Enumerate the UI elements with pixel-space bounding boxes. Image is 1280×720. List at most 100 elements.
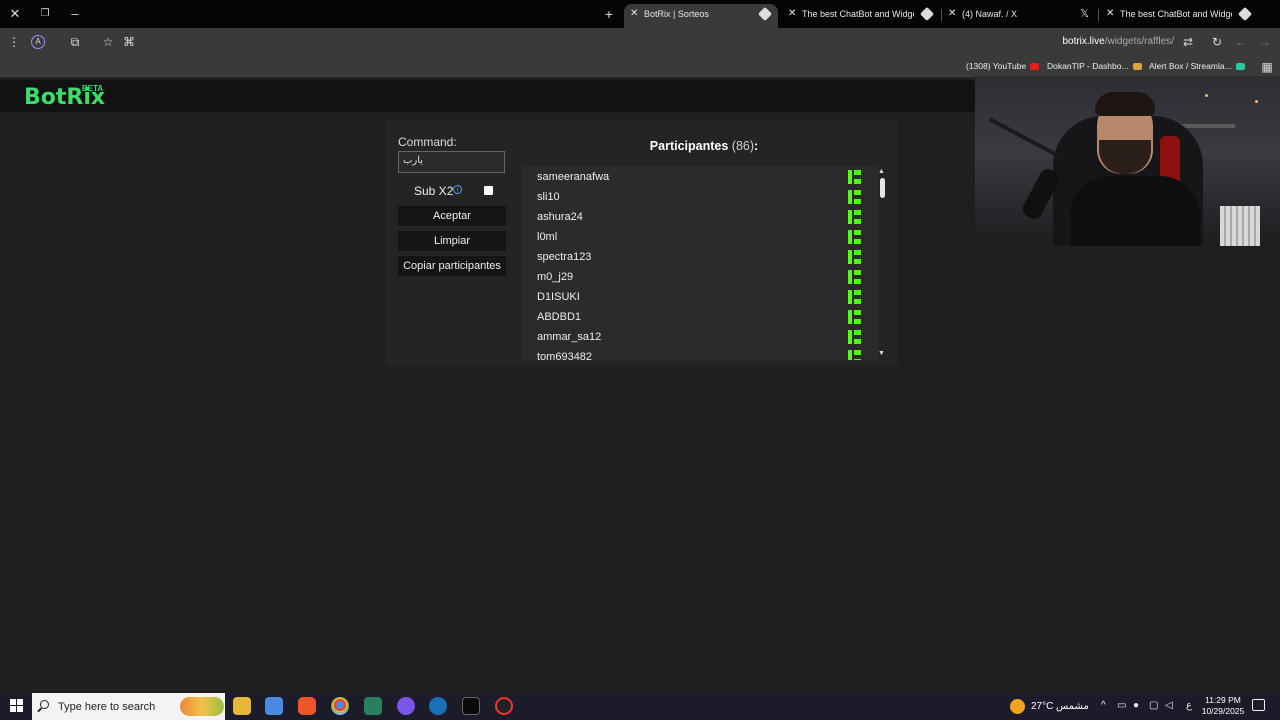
tab-chatbot-widgets[interactable]: ✕ The best ChatBot and Widgets	[782, 4, 940, 28]
fairy-light	[1205, 94, 1208, 97]
terminal-app-icon[interactable]	[364, 697, 382, 715]
close-tab-icon[interactable]: ✕	[1106, 4, 1114, 24]
close-tab-icon[interactable]: ✕	[948, 4, 956, 24]
profile-avatar[interactable]: A	[31, 35, 45, 49]
participant-name: m0_j29	[537, 271, 574, 283]
file-explorer-icon[interactable]	[233, 697, 251, 715]
scroll-up-icon[interactable]: ▲	[878, 168, 885, 175]
kick-platform-icon	[848, 210, 861, 224]
chrome-icon[interactable]	[331, 697, 349, 715]
new-tab-button[interactable]: +	[598, 4, 620, 24]
bookmark-label: Alert Box / Streamla...	[1149, 61, 1232, 71]
back-icon[interactable]: ←	[1233, 34, 1249, 50]
kick-platform-icon	[848, 270, 861, 284]
participant-row: sameeranafwa	[522, 167, 862, 187]
weather-temperature[interactable]: 27°C	[1031, 701, 1053, 712]
kick-platform-icon	[848, 330, 861, 344]
clock-date: 10/29/2025	[1201, 706, 1245, 716]
bookmarks-bar: (1308) YouTube DokanTIP - Dashbo... Aler…	[0, 56, 1280, 78]
bookmark-dokantip[interactable]: DokanTIP - Dashbo...	[1047, 61, 1142, 71]
participant-row: ammar_sa12	[522, 327, 862, 347]
url-host: botrix.live	[1062, 36, 1105, 47]
tab-title: (4) Nawaf. / X	[962, 9, 1018, 19]
participant-row: spectra123	[522, 247, 862, 267]
steam-icon[interactable]	[429, 697, 447, 715]
command-input[interactable]: يارب	[398, 151, 505, 173]
discord-icon[interactable]	[397, 697, 415, 715]
restore-window-icon[interactable]: ❐	[34, 4, 56, 24]
tab-chatbot-widgets-2[interactable]: ✕ The best ChatBot and Widgets	[1100, 4, 1258, 28]
participants-colon: :	[754, 139, 759, 153]
close-tab-icon[interactable]: ✕	[788, 4, 796, 24]
accept-button[interactable]: Aceptar	[398, 206, 506, 226]
scrollbar-thumb[interactable]	[880, 178, 885, 198]
tab-title: BotRix | Sorteos	[644, 9, 709, 19]
streamlabs-icon	[1235, 63, 1245, 71]
participant-name: sameeranafwa	[537, 171, 610, 183]
bookmark-star-icon[interactable]: ☆	[100, 34, 116, 50]
address-bar[interactable]: botrix.live/widgets/raffles/	[1062, 36, 1174, 47]
taskbar: Type here to search 27°C مشمس ^ ▭ ● ▢ ◁ …	[0, 693, 1280, 720]
info-icon[interactable]: i	[453, 185, 462, 194]
tab-nawaf-x[interactable]: ✕ (4) Nawaf. / X 𝕏	[942, 4, 1097, 28]
meet-icon[interactable]: ▭	[1117, 700, 1126, 711]
forward-icon[interactable]: →	[1257, 34, 1273, 50]
kick-platform-icon	[848, 310, 861, 324]
all-bookmarks-icon[interactable]: ▦	[1259, 59, 1275, 75]
menu-dots-icon[interactable]: ⋮	[6, 34, 22, 50]
tab-title: The best ChatBot and Widgets	[802, 9, 914, 19]
close-window-icon[interactable]: ✕	[4, 4, 26, 24]
tab-botrix-sorteos[interactable]: ✕ BotRix | Sorteos	[624, 4, 778, 28]
copy-participants-button[interactable]: Copiar participantes	[398, 256, 506, 276]
bookmark-alertbox[interactable]: Alert Box / Streamla...	[1149, 61, 1245, 71]
site-settings-icon[interactable]: ⇄	[1180, 34, 1196, 50]
notifications-icon[interactable]	[1252, 699, 1265, 711]
obs-icon[interactable]	[495, 697, 513, 715]
weather-sun-icon[interactable]	[1010, 699, 1025, 714]
sub-x2-checkbox[interactable]	[484, 186, 493, 195]
participant-name: tom693482	[537, 351, 593, 360]
network-icon[interactable]: ▢	[1149, 700, 1158, 711]
url-path: /widgets/raffles/	[1104, 36, 1174, 47]
botrix-favicon-icon	[1237, 6, 1253, 22]
participant-name: spectra123	[537, 251, 592, 263]
beta-badge: BETA	[82, 84, 104, 93]
input-language[interactable]: ع	[1186, 700, 1192, 711]
participant-name: sli10	[537, 191, 560, 203]
mic-arm	[988, 117, 1062, 159]
scroll-down-icon[interactable]: ▼	[878, 350, 885, 357]
volume-icon[interactable]: ◁	[1165, 700, 1173, 711]
tab-strip: ✕ ❐ – + ✕ BotRix | Sorteos ✕ The best Ch…	[0, 0, 1280, 28]
participants-list[interactable]: sameeranafwa sli10 ashura24 l0ml spectra123 m…	[522, 166, 878, 360]
search-highlight-art	[180, 697, 224, 716]
windows-start-icon[interactable]	[10, 699, 24, 713]
participant-name: ABDBD1	[537, 311, 582, 323]
microphone-icon[interactable]: ●	[1133, 700, 1139, 711]
minimize-window-icon[interactable]: –	[64, 4, 86, 24]
raffle-panel: Command: يارب Sub X2 i Aceptar Limpiar C…	[386, 120, 898, 366]
participants-heading: Participantes	[649, 139, 729, 153]
clear-button[interactable]: Limpiar	[398, 231, 506, 251]
show-hidden-icons-icon[interactable]: ^	[1101, 700, 1106, 711]
reload-icon[interactable]: ↻	[1209, 34, 1225, 50]
youtube-icon	[1030, 63, 1040, 71]
search-icon	[40, 700, 49, 709]
browser-toolbar: ⋮ A ⧉ ☆ ⌘ botrix.live/widgets/raffles/ ⇄…	[0, 28, 1280, 56]
clock-time: 11:29 PM	[1205, 695, 1241, 705]
bookmark-youtube[interactable]: (1308) YouTube	[966, 61, 1040, 71]
clock[interactable]: 11:29 PM 10/29/2025	[1200, 695, 1246, 717]
participants-count: (86)	[731, 139, 755, 153]
participant-name: D1ISUKI	[537, 291, 580, 303]
kick-platform-icon	[848, 350, 861, 360]
microsoft-store-icon[interactable]	[265, 697, 283, 715]
botrix-favicon-icon	[919, 6, 935, 22]
close-tab-icon[interactable]: ✕	[630, 4, 638, 24]
translate-icon[interactable]: ⌘	[121, 34, 137, 50]
extensions-icon[interactable]: ⧉	[67, 34, 83, 50]
brave-browser-icon[interactable]	[298, 697, 316, 715]
webcam-overlay	[975, 76, 1280, 246]
weather-condition[interactable]: مشمس	[1056, 701, 1089, 712]
game-app-icon[interactable]	[462, 697, 480, 715]
taskbar-search[interactable]: Type here to search	[32, 693, 225, 720]
bookmark-label: (1308) YouTube	[966, 61, 1027, 71]
